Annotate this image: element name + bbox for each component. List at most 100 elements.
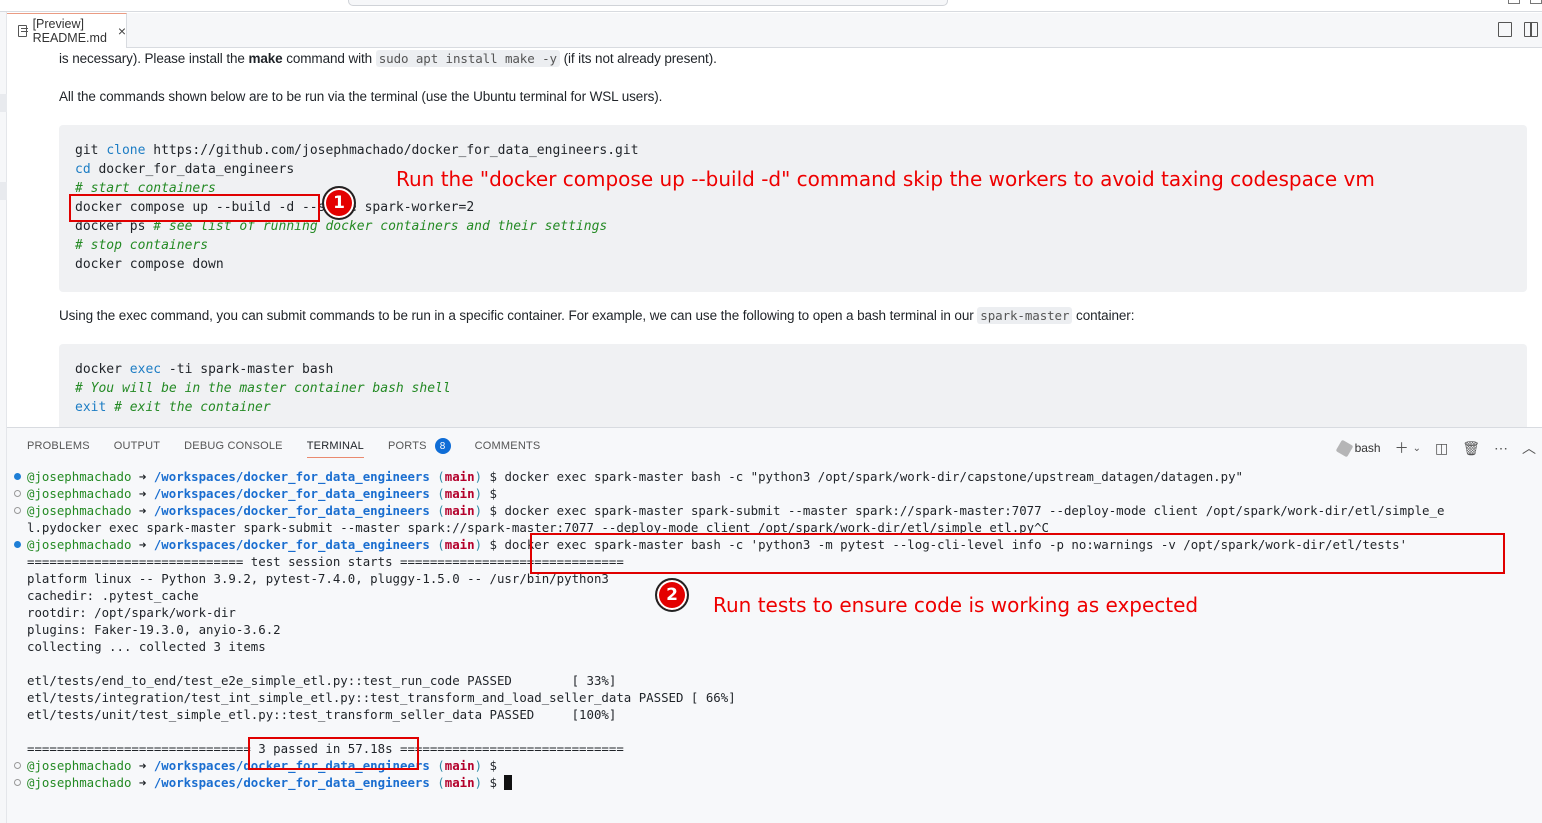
prompt-paren: ( (429, 537, 445, 552)
command-decoration-icon[interactable] (14, 473, 21, 480)
prompt-path: /workspaces/docker_for_data_engineers (153, 486, 430, 501)
terminal-selector[interactable]: bash (1335, 439, 1381, 457)
tab-comments[interactable]: COMMENTS (475, 428, 541, 464)
output-text: cachedir: .pytest_cache (27, 588, 199, 603)
tab-label: TERMINAL (306, 440, 364, 452)
terminal-line: @josephmachado ➜ /workspaces/docker_for_… (7, 468, 1542, 485)
terminal-line: @josephmachado ➜ /workspaces/docker_for_… (7, 502, 1542, 519)
prompt-paren: ) (474, 537, 483, 552)
command-decoration-empty-icon[interactable] (14, 490, 21, 497)
new-terminal-plus-icon[interactable]: ＋ (1395, 438, 1409, 458)
prompt-dollar: $ (482, 537, 505, 552)
output-text: etl/tests/end_to_end/test_e2e_simple_etl… (27, 673, 617, 688)
tab-label: OUTPUT (113, 440, 161, 452)
prompt-branch: main (444, 775, 475, 790)
paragraph-terminal-note: All the commands shown below are to be r… (59, 89, 663, 104)
prompt-user: @josephmachado (27, 537, 132, 552)
paragraph-exec-command: Using the exec command, you can submit c… (59, 307, 1134, 324)
text: (if its not already present). (559, 51, 717, 66)
terminal-actions: bash ＋ ⌄ ◫ 🗑 ⋯ ︿ (1335, 438, 1536, 458)
terminal-line: collecting ... collected 3 items (7, 638, 1542, 655)
prompt-paren: ) (474, 758, 483, 773)
prompt-user: @josephmachado (27, 775, 132, 790)
gutter-marker (0, 94, 7, 112)
terminal-line: etl/tests/end_to_end/test_e2e_simple_etl… (7, 672, 1542, 689)
annotation-text-2: Run tests to ensure code is working as e… (713, 593, 1199, 617)
split-terminal-icon[interactable]: ◫ (1435, 440, 1448, 457)
terminal-line: @josephmachado ➜ /workspaces/docker_for_… (7, 757, 1542, 774)
annotation-highlight-box-3 (248, 737, 419, 770)
code-text: git (75, 143, 107, 158)
tab-debug-console[interactable]: DEBUG CONSOLE (184, 428, 283, 464)
text: Using the exec command, you can submit c… (59, 308, 978, 323)
code-line: # You will be in the master container ba… (75, 379, 1511, 398)
output-text: plugins: Faker-19.3.0, anyio-3.6.2 (27, 622, 281, 637)
command-decoration-empty-icon[interactable] (14, 507, 21, 514)
prompt-paren: ( (429, 758, 445, 773)
terminal-line: etl/tests/unit/test_simple_etl.py::test_… (7, 706, 1542, 723)
command-decoration-icon[interactable] (14, 541, 21, 548)
prompt-arrow: ➜ (131, 775, 154, 790)
chevron-down-icon[interactable]: ⌄ (1413, 443, 1421, 454)
prompt-branch: main (444, 537, 475, 552)
prompt-arrow: ➜ (131, 758, 154, 773)
toggle-sidebar-icon[interactable] (1508, 0, 1520, 4)
left-gutter (0, 12, 7, 823)
split-editor-icon[interactable] (1524, 22, 1538, 37)
terminal-output[interactable]: @josephmachado ➜ /workspaces/docker_for_… (7, 468, 1542, 791)
gutter-marker (0, 182, 7, 200)
code-text: https://github.com/josephmachado/docker_… (145, 143, 639, 158)
title-bar (0, 0, 1542, 12)
code-keyword: exec (129, 362, 162, 377)
prompt-path: /workspaces/docker_for_data_engineers (153, 537, 430, 552)
toggle-panel-icon[interactable] (1530, 0, 1542, 4)
tab-terminal[interactable]: TERMINAL (306, 428, 365, 464)
prompt-path: /workspaces/docker_for_data_engineers (153, 503, 430, 518)
open-source-icon[interactable] (1498, 22, 1512, 37)
preview-icon (18, 25, 28, 37)
prompt-branch: main (444, 469, 475, 484)
command-decoration-empty-icon[interactable] (14, 779, 21, 786)
command-decoration-empty-icon[interactable] (14, 762, 21, 769)
output-text: collecting ... collected 3 items (27, 639, 266, 654)
terminal-line: ============================== 3 passed … (7, 740, 1542, 757)
shell-name: bash (1354, 441, 1381, 455)
annotation-badge-2: 2 (655, 578, 689, 612)
output-text: platform linux -- Python 3.9.2, pytest-7… (27, 571, 609, 586)
code-text: -ti spark-master bash (161, 362, 334, 377)
code-text: docker compose down (75, 257, 224, 272)
annotation-highlight-box-2 (530, 533, 1505, 574)
tab-output[interactable]: OUTPUT (114, 428, 160, 464)
output-text: rootdir: /opt/spark/work-dir (27, 605, 236, 620)
code-line: docker compose down (75, 255, 1511, 274)
tab-ports[interactable]: PORTS 8 (388, 428, 451, 464)
paragraph-install-make: is necessary). Please install the make c… (59, 50, 717, 67)
more-actions-icon[interactable]: ⋯ (1494, 440, 1508, 457)
output-text: etl/tests/unit/test_simple_etl.py::test_… (27, 707, 617, 722)
close-tab-icon[interactable]: × (118, 23, 126, 39)
prompt-paren: ) (474, 469, 483, 484)
code-line: # stop containers (75, 236, 1511, 255)
code-text: docker_for_data_engineers (90, 162, 295, 177)
terminal-cursor[interactable] (504, 775, 513, 790)
command-center-search[interactable] (348, 0, 948, 6)
terminal-line: etl/tests/integration/test_int_simple_et… (7, 689, 1542, 706)
prompt-branch: main (444, 758, 475, 773)
code-keyword: clone (106, 143, 146, 158)
kill-terminal-trash-icon[interactable]: 🗑 (1462, 440, 1480, 457)
terminal-line: @josephmachado ➜ /workspaces/docker_for_… (7, 774, 1542, 791)
maximize-panel-chevron-up-icon[interactable]: ︿ (1522, 438, 1536, 458)
prompt-dollar: $ (482, 775, 505, 790)
output-text: etl/tests/integration/test_int_simple_et… (27, 690, 736, 705)
tab-title: [Preview] README.md (32, 17, 107, 45)
tab-readme-preview[interactable]: [Preview] README.md × (7, 13, 127, 48)
tab-label: PROBLEMS (27, 440, 90, 452)
prompt-arrow: ➜ (131, 469, 154, 484)
bottom-panel: PROBLEMS OUTPUT DEBUG CONSOLE TERMINAL PORTS… (7, 427, 1542, 823)
text: is necessary). Please install the (59, 51, 249, 66)
tab-problems[interactable]: PROBLEMS (27, 428, 90, 464)
prompt-dollar: $ (482, 503, 505, 518)
